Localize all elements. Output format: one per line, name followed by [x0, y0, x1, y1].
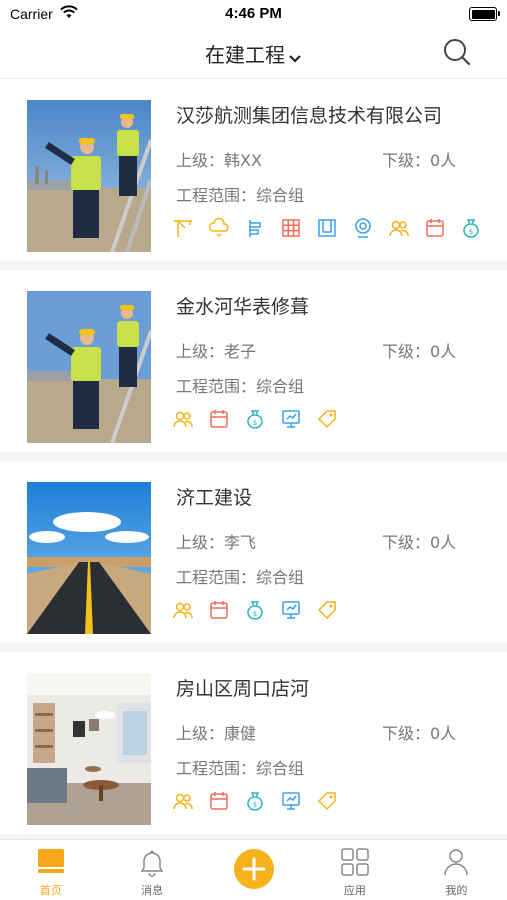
superior-label: 上级：李飞 [176, 533, 257, 552]
tab-add[interactable] [203, 840, 304, 900]
calendar-icon[interactable] [208, 408, 230, 430]
tab-apps[interactable]: 应用 [304, 840, 405, 900]
calendar-icon[interactable] [424, 217, 446, 239]
superior-label: 上级：康健 [176, 724, 257, 743]
project-scope: 工程范围：综合组 [176, 759, 305, 778]
tab-profile[interactable]: 我的 [406, 840, 507, 900]
apps-icon [339, 846, 371, 878]
project-card[interactable]: 汉莎航测集团信息技术有限公司 上级：韩XX 下级：0人 工程范围：综合组 $ [0, 79, 507, 261]
calendar-icon[interactable] [208, 599, 230, 621]
project-scope: 工程范围：综合组 [176, 568, 305, 587]
camera-icon[interactable] [352, 217, 374, 239]
project-title: 房山区周口店河 [176, 678, 310, 700]
project-thumbnail [27, 100, 151, 252]
project-thumbnail [27, 482, 151, 634]
tag-icon[interactable] [316, 599, 338, 621]
project-card[interactable]: 金水河华表修葺 上级：老子 下级：0人 工程范围：综合组 $ [0, 270, 507, 452]
money-bag-icon[interactable]: $ [460, 217, 482, 239]
status-bar: Carrier 4:46 PM [0, 0, 507, 28]
frame-icon[interactable] [316, 217, 338, 239]
grid-icon[interactable] [280, 217, 302, 239]
tab-home[interactable]: 首页 [0, 840, 101, 900]
people-icon[interactable] [172, 790, 194, 812]
bell-icon [136, 846, 168, 878]
project-title: 金水河华表修葺 [176, 296, 310, 318]
subordinate-count: 下级：0人 [382, 724, 457, 743]
svg-text:$: $ [253, 610, 257, 618]
subordinate-count: 下级：0人 [382, 151, 457, 170]
user-icon [440, 846, 472, 878]
clock: 4:46 PM [225, 5, 282, 22]
subordinate-count: 下级：0人 [382, 533, 457, 552]
tab-label: 我的 [445, 884, 468, 897]
project-filter-dropdown[interactable]: 在建工程 [0, 39, 507, 69]
feature-icons: $ [172, 599, 338, 621]
project-thumbnail [27, 673, 151, 825]
tag-icon[interactable] [316, 408, 338, 430]
project-card[interactable]: 济工建设 上级：李飞 下级：0人 工程范围：综合组 $ [0, 461, 507, 643]
plus-icon [233, 849, 274, 889]
calendar-icon[interactable] [208, 790, 230, 812]
crane-icon[interactable] [172, 217, 194, 239]
feature-icons: $ [172, 790, 338, 812]
tag-icon[interactable] [316, 790, 338, 812]
search-button[interactable] [442, 37, 472, 67]
chevron-down-icon [288, 45, 302, 69]
superior-label: 上级：老子 [176, 342, 257, 361]
project-title: 济工建设 [176, 487, 253, 509]
search-icon [442, 39, 472, 71]
people-icon[interactable] [172, 408, 194, 430]
money-bag-icon[interactable]: $ [244, 790, 266, 812]
svg-text:$: $ [253, 801, 257, 809]
monitor-icon[interactable] [280, 790, 302, 812]
scaffold-icon[interactable] [244, 217, 266, 239]
money-bag-icon[interactable]: $ [244, 599, 266, 621]
tab-label: 应用 [343, 884, 366, 897]
people-icon[interactable] [388, 217, 410, 239]
project-list: 汉莎航测集团信息技术有限公司 上级：韩XX 下级：0人 工程范围：综合组 $ 金… [0, 79, 507, 840]
money-bag-icon[interactable]: $ [244, 408, 266, 430]
superior-label: 上级：韩XX [176, 151, 262, 170]
cloud-icon[interactable] [208, 217, 230, 239]
tab-label: 消息 [141, 884, 164, 897]
tab-messages[interactable]: 消息 [101, 840, 202, 900]
navigation-bar: 在建工程 [0, 28, 507, 79]
battery-icon [469, 7, 500, 21]
project-scope: 工程范围：综合组 [176, 186, 305, 205]
monitor-icon[interactable] [280, 599, 302, 621]
tab-label: 首页 [39, 884, 62, 897]
people-icon[interactable] [172, 599, 194, 621]
project-scope: 工程范围：综合组 [176, 377, 305, 396]
project-card[interactable]: 房山区周口店河 上级：康健 下级：0人 工程范围：综合组 $ [0, 652, 507, 834]
tab-bar: 首页 消息 应用 我的 [0, 839, 507, 900]
project-title: 汉莎航测集团信息技术有限公司 [176, 105, 443, 127]
monitor-icon[interactable] [280, 408, 302, 430]
feature-icons: $ [172, 408, 338, 430]
subordinate-count: 下级：0人 [382, 342, 457, 361]
project-thumbnail [27, 291, 151, 443]
svg-text:$: $ [253, 419, 257, 427]
feature-icons: $ [172, 217, 482, 239]
page-title: 在建工程 [205, 43, 285, 67]
home-icon [35, 846, 67, 878]
svg-text:$: $ [469, 228, 473, 236]
